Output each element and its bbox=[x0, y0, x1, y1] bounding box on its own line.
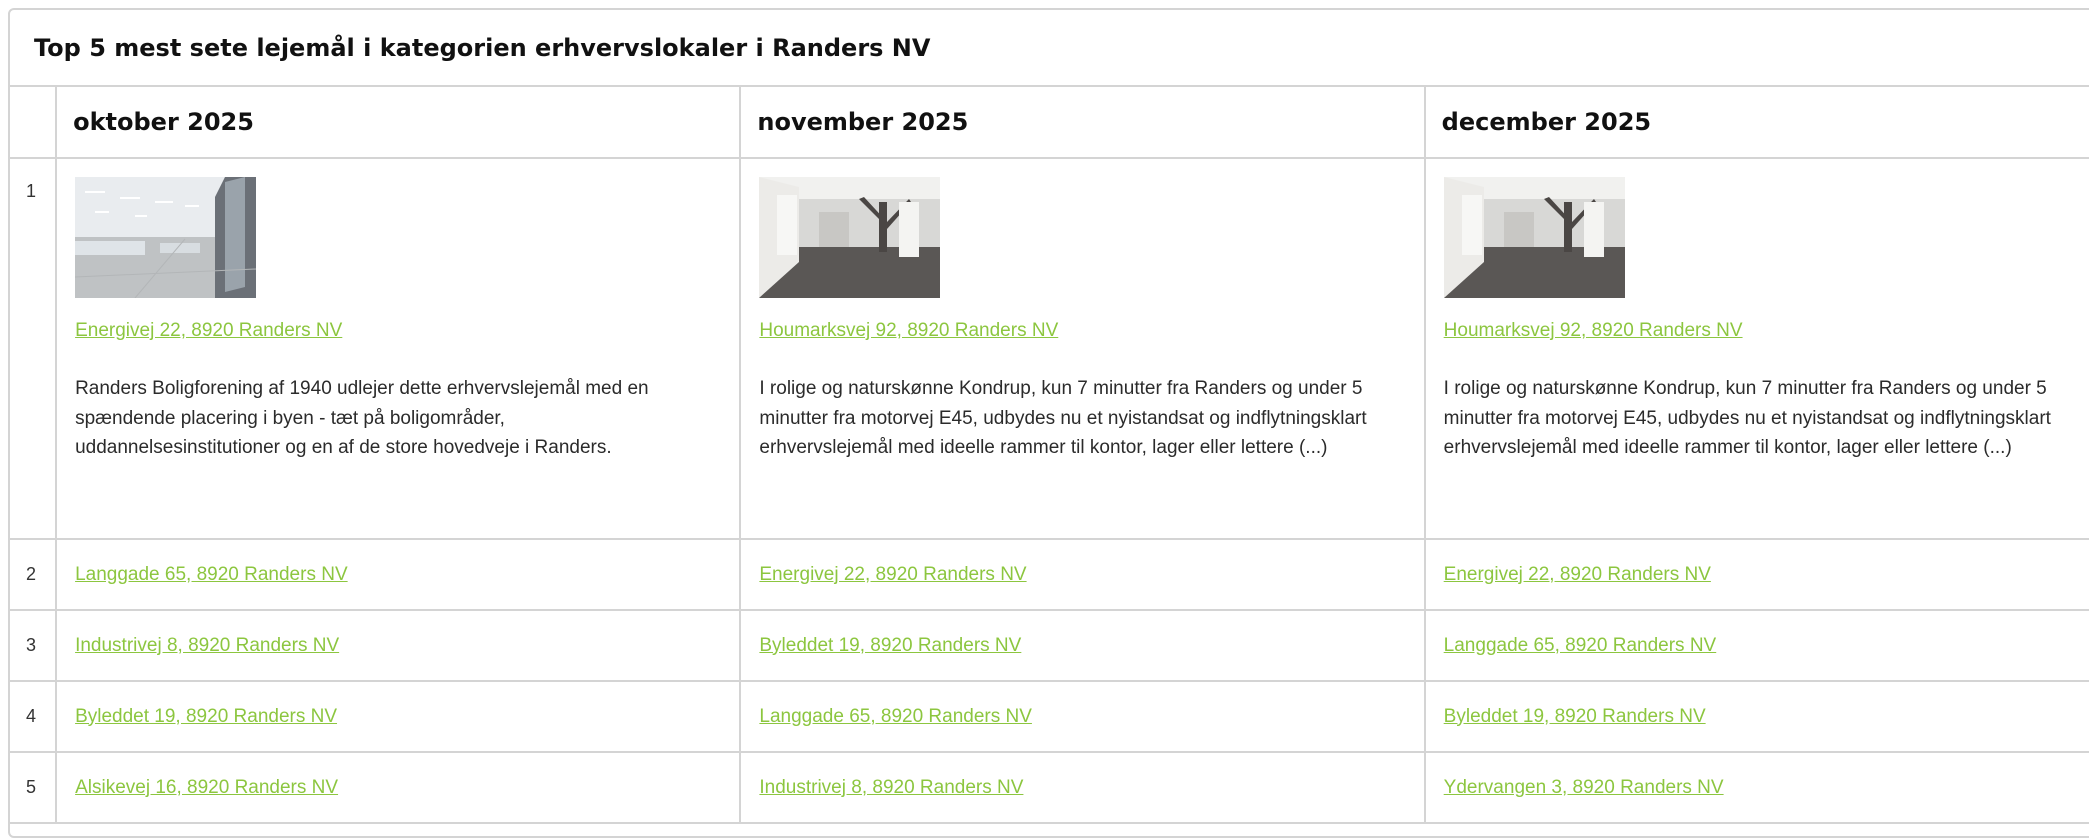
listing-description: I rolige og naturskønne Kondrup, kun 7 m… bbox=[1443, 378, 2051, 458]
listing-cell: Energivej 22, 8920 Randers NV bbox=[1423, 538, 2089, 611]
listing-cell: Langgade 65, 8920 Randers NV bbox=[1423, 609, 2089, 682]
listing-link[interactable]: Energivej 22, 8920 Randers NV bbox=[759, 564, 1026, 586]
listing-cell: Industrivej 8, 8920 Randers NV bbox=[55, 609, 742, 682]
listing-link[interactable]: Byleddet 19, 8920 Randers NV bbox=[759, 635, 1021, 657]
listing-link[interactable]: Langgade 65, 8920 Randers NV bbox=[75, 564, 348, 586]
listing-cell: Langgade 65, 8920 Randers NV bbox=[739, 680, 1426, 753]
listing-cell: Langgade 65, 8920 Randers NV bbox=[55, 538, 742, 611]
column-header-november: november 2025 bbox=[739, 87, 1426, 159]
table-row-1: 1 Energivej 22, 8920 Randers NV Randers … bbox=[10, 157, 2089, 540]
table-row-2: 2 Langgade 65, 8920 Randers NV Energivej… bbox=[10, 538, 2089, 611]
listing-link[interactable]: Alsikevej 16, 8920 Randers NV bbox=[75, 777, 338, 799]
listing-link[interactable]: Langgade 65, 8920 Randers NV bbox=[1444, 635, 1717, 657]
listing-cell: Byleddet 19, 8920 Randers NV bbox=[739, 609, 1426, 682]
listing-description: Randers Boligforening af 1940 udlejer de… bbox=[75, 378, 649, 458]
listing-link[interactable]: Langgade 65, 8920 Randers NV bbox=[759, 706, 1032, 728]
listing-cell: Ydervangen 3, 8920 Randers NV bbox=[1423, 751, 2089, 824]
listing-link[interactable]: Houmarksvej 92, 8920 Randers NV bbox=[759, 320, 1058, 342]
listing-link[interactable]: Energivej 22, 8920 Randers NV bbox=[75, 320, 342, 342]
listing-cell-november-1: Houmarksvej 92, 8920 Randers NV I rolige… bbox=[739, 157, 1426, 540]
column-header-december: december 2025 bbox=[1423, 87, 2089, 159]
listing-cell-oktober-1: Energivej 22, 8920 Randers NV Randers Bo… bbox=[55, 157, 742, 540]
rank-number: 4 bbox=[10, 680, 58, 753]
listing-cell: Energivej 22, 8920 Randers NV bbox=[739, 538, 1426, 611]
header-row: oktober 2025 november 2025 december 2025 bbox=[10, 87, 2089, 159]
listing-link[interactable]: Byleddet 19, 8920 Randers NV bbox=[1444, 706, 1706, 728]
empty-hall-photo[interactable] bbox=[1443, 177, 1625, 298]
empty-hall-photo[interactable] bbox=[759, 177, 941, 298]
top5-table-container: Top 5 mest sete lejemål i kategorien erh… bbox=[8, 8, 2089, 838]
listing-link[interactable]: Industrivej 8, 8920 Randers NV bbox=[75, 635, 339, 657]
rank-number: 5 bbox=[10, 751, 58, 824]
listing-link[interactable]: Industrivej 8, 8920 Randers NV bbox=[759, 777, 1023, 799]
rank-number: 3 bbox=[10, 609, 58, 682]
listing-cell: Byleddet 19, 8920 Randers NV bbox=[1423, 680, 2089, 753]
listing-cell: Industrivej 8, 8920 Randers NV bbox=[739, 751, 1426, 824]
listing-cell: Byleddet 19, 8920 Randers NV bbox=[55, 680, 742, 753]
column-header-oktober: oktober 2025 bbox=[55, 87, 742, 159]
rank-number: 2 bbox=[10, 538, 58, 611]
table-caption: Top 5 mest sete lejemål i kategorien erh… bbox=[10, 10, 2089, 87]
rank-column-header bbox=[10, 87, 58, 159]
listing-link[interactable]: Houmarksvej 92, 8920 Randers NV bbox=[1444, 320, 1743, 342]
store-interior-photo[interactable] bbox=[75, 177, 257, 298]
listing-link[interactable]: Ydervangen 3, 8920 Randers NV bbox=[1444, 777, 1724, 799]
listing-link[interactable]: Energivej 22, 8920 Randers NV bbox=[1444, 564, 1711, 586]
listing-cell: Alsikevej 16, 8920 Randers NV bbox=[55, 751, 742, 824]
listing-description: I rolige og naturskønne Kondrup, kun 7 m… bbox=[759, 378, 1367, 458]
table-row-4: 4 Byleddet 19, 8920 Randers NV Langgade … bbox=[10, 680, 2089, 753]
listing-cell-december-1: Houmarksvej 92, 8920 Randers NV I rolige… bbox=[1423, 157, 2089, 540]
rank-number: 1 bbox=[10, 157, 58, 540]
top5-table: oktober 2025 november 2025 december 2025… bbox=[10, 87, 2089, 824]
table-row-5: 5 Alsikevej 16, 8920 Randers NV Industri… bbox=[10, 751, 2089, 824]
table-row-3: 3 Industrivej 8, 8920 Randers NV Byledde… bbox=[10, 609, 2089, 682]
listing-link[interactable]: Byleddet 19, 8920 Randers NV bbox=[75, 706, 337, 728]
